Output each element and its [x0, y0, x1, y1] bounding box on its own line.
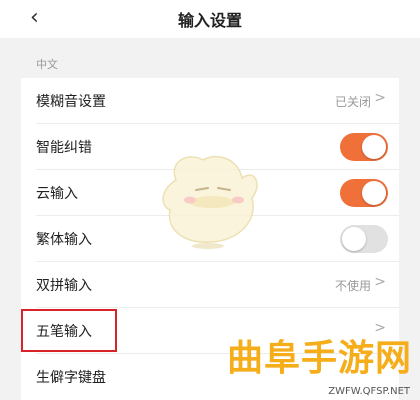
highlight-box — [21, 309, 117, 352]
watermark-logo: 曲阜手游网 — [226, 337, 412, 379]
traditional-input-toggle[interactable] — [340, 225, 388, 253]
section-label: 中文 — [36, 58, 58, 71]
mascot-illustration — [162, 155, 258, 249]
page-title: 输入设置 — [177, 11, 242, 30]
chevron-right-icon: > — [374, 320, 386, 336]
smart-correction-toggle[interactable] — [340, 133, 388, 161]
toggle-knob — [342, 227, 366, 251]
toggle-knob — [362, 135, 386, 159]
setting-fuzzy-pinyin[interactable]: 模糊音设置 已关闭 > — [21, 78, 399, 124]
row-label: 模糊音设置 — [36, 94, 106, 110]
nav-bar: ‹ 输入设置 — [0, 0, 420, 38]
row-label: 云输入 — [36, 186, 78, 202]
row-value: 已关闭 — [334, 95, 371, 109]
watermark-url: ZWFW.QFSP.NET — [328, 386, 410, 397]
row-label: 双拼输入 — [36, 278, 92, 294]
left-gutter — [0, 38, 21, 400]
row-label: 生僻字键盘 — [36, 370, 106, 386]
chevron-right-icon: > — [374, 274, 386, 290]
setting-double-pinyin[interactable]: 双拼输入 不使用 > — [21, 262, 399, 308]
cloud-input-toggle[interactable] — [340, 179, 388, 207]
toggle-knob — [362, 181, 386, 205]
row-value: 不使用 — [334, 279, 371, 293]
section-header — [21, 38, 399, 78]
row-label: 繁体输入 — [36, 232, 92, 248]
chevron-right-icon: > — [374, 90, 386, 106]
row-label: 智能纠错 — [36, 140, 92, 156]
